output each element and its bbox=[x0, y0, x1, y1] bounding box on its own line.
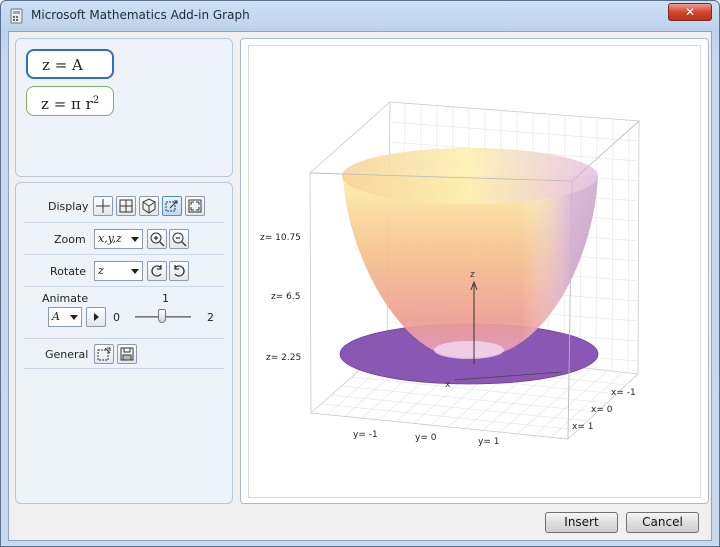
zoom-in-icon bbox=[150, 232, 165, 247]
close-button[interactable]: ✕ bbox=[668, 3, 712, 21]
z-tick-label: z= 10.75 bbox=[260, 233, 301, 243]
grid-toggle-button[interactable] bbox=[116, 196, 136, 216]
insert-button[interactable]: Insert bbox=[545, 512, 618, 533]
labels-icon bbox=[165, 200, 178, 212]
general-label: General bbox=[45, 348, 89, 361]
animate-variable-select[interactable]: A bbox=[48, 307, 82, 327]
x-tick-label: x= -1 bbox=[611, 388, 636, 398]
rotate-cw-icon bbox=[174, 265, 185, 277]
animate-label: Animate bbox=[42, 292, 89, 305]
rotate-ccw-icon bbox=[151, 265, 162, 277]
zoom-out-button[interactable] bbox=[169, 229, 189, 249]
graph-3d-plot[interactable]: z x z= 10.75 z= 6.5 z= 2.25 y= -1 y= 0 y… bbox=[249, 46, 700, 497]
labels-toggle-button[interactable] bbox=[162, 196, 182, 216]
chevron-down-icon bbox=[131, 269, 139, 274]
y-tick-label: y= 1 bbox=[478, 437, 499, 447]
axes-icon bbox=[96, 199, 110, 213]
rotate-axis-select[interactable]: z bbox=[94, 261, 143, 281]
equation-1-rhs: A bbox=[72, 56, 83, 74]
equation-2[interactable]: z = π r2 bbox=[26, 86, 114, 116]
fit-view-button[interactable] bbox=[185, 196, 205, 216]
graph-window: Microsoft Mathematics Add-in Graph ✕ z =… bbox=[0, 0, 720, 547]
rotate-left-button[interactable] bbox=[147, 261, 167, 281]
equation-1-equals: = bbox=[54, 56, 68, 74]
properties-button[interactable] bbox=[94, 344, 114, 364]
paraboloid-rim bbox=[342, 148, 598, 204]
properties-icon bbox=[97, 347, 111, 361]
rotate-label: Rotate bbox=[50, 265, 87, 278]
chevron-down-icon bbox=[70, 315, 78, 320]
graph-panel: z x z= 10.75 z= 6.5 z= 2.25 y= -1 y= 0 y… bbox=[240, 38, 709, 504]
slider-value-label: 1 bbox=[162, 292, 169, 305]
z-axis-label: z bbox=[470, 270, 475, 280]
zoom-out-icon bbox=[172, 232, 187, 247]
box-toggle-button[interactable] bbox=[139, 196, 159, 216]
client-area: z = A z = π r2 Display Zoom x,y,z Rotate… bbox=[8, 31, 712, 541]
equation-1[interactable]: z = A bbox=[26, 49, 114, 79]
zoom-row: Zoom x,y,z bbox=[24, 223, 224, 255]
equation-2-lhs: z bbox=[41, 95, 49, 113]
equation-2-exponent: 2 bbox=[92, 95, 100, 106]
display-label: Display bbox=[48, 200, 89, 213]
animate-variable-value: A bbox=[52, 310, 60, 323]
save-button[interactable] bbox=[117, 344, 137, 364]
grid-icon bbox=[119, 199, 133, 213]
slider-thumb[interactable] bbox=[158, 309, 166, 323]
z-tick-label: z= 2.25 bbox=[266, 353, 301, 363]
y-tick-label: y= 0 bbox=[415, 433, 437, 443]
save-icon bbox=[120, 347, 134, 361]
slider-max-label: 2 bbox=[207, 311, 214, 324]
slider-min-label: 0 bbox=[113, 311, 120, 324]
graph-canvas[interactable]: z x z= 10.75 z= 6.5 z= 2.25 y= -1 y= 0 y… bbox=[248, 45, 701, 498]
cancel-button[interactable]: Cancel bbox=[626, 512, 699, 533]
cube-icon bbox=[142, 198, 156, 214]
x-axis-label: x bbox=[445, 380, 451, 390]
title-bar: Microsoft Mathematics Add-in Graph ✕ bbox=[1, 1, 719, 31]
x-tick-label: x= 0 bbox=[591, 405, 613, 415]
play-button[interactable] bbox=[86, 307, 106, 327]
general-row: General bbox=[24, 339, 224, 369]
y-tick-label: y= -1 bbox=[353, 430, 378, 440]
controls-panel: Display Zoom x,y,z Rotate z Animate A 0 … bbox=[15, 182, 233, 504]
equation-2-equals: = bbox=[53, 95, 67, 113]
z-tick-label: z= 6.5 bbox=[271, 292, 300, 302]
zoom-axes-value: x,y,z bbox=[98, 232, 122, 245]
app-icon bbox=[10, 8, 23, 24]
zoom-in-button[interactable] bbox=[147, 229, 167, 249]
equation-2-rhs: π r bbox=[71, 95, 93, 113]
fit-icon bbox=[188, 199, 202, 213]
equation-1-lhs: z bbox=[42, 56, 50, 74]
chevron-down-icon bbox=[131, 237, 139, 242]
display-row: Display bbox=[24, 191, 224, 223]
paraboloid-bottom bbox=[434, 341, 504, 359]
zoom-axes-select[interactable]: x,y,z bbox=[94, 229, 143, 249]
play-icon bbox=[94, 313, 99, 321]
window-title: Microsoft Mathematics Add-in Graph bbox=[31, 8, 250, 22]
animate-row: Animate A 0 1 2 bbox=[24, 287, 224, 339]
axes-toggle-button[interactable] bbox=[93, 196, 113, 216]
rotate-row: Rotate z bbox=[24, 255, 224, 287]
x-tick-label: x= 1 bbox=[572, 422, 593, 432]
equations-panel: z = A z = π r2 bbox=[15, 38, 233, 177]
rotate-axis-value: z bbox=[98, 264, 104, 277]
zoom-label: Zoom bbox=[54, 233, 86, 246]
rotate-right-button[interactable] bbox=[169, 261, 189, 281]
